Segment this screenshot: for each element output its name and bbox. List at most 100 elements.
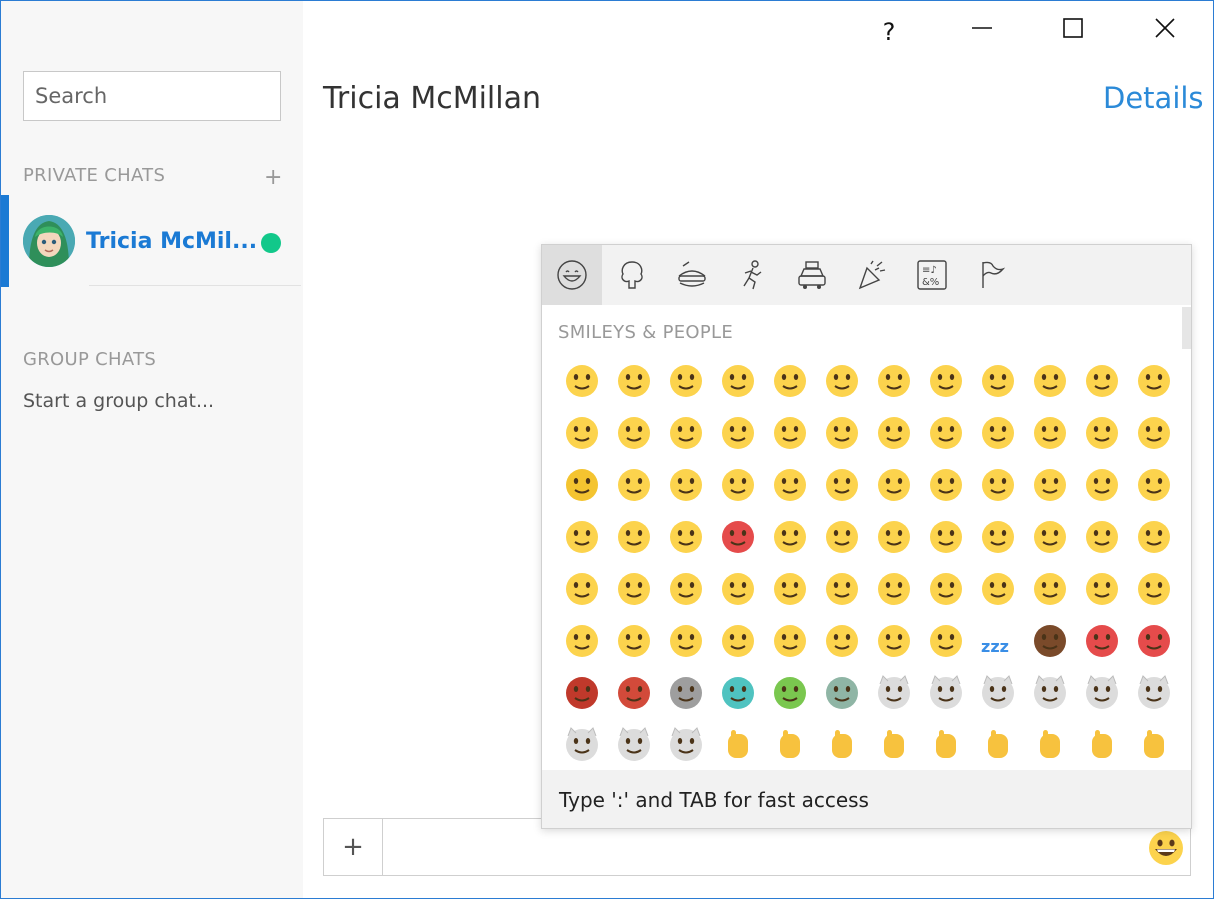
emoji-anguished[interactable]: [920, 563, 972, 615]
emoji-wave[interactable]: [816, 719, 868, 768]
emoji-hugging[interactable]: [712, 459, 764, 511]
emoji-crying-cat[interactable]: [608, 719, 660, 768]
tab-smileys[interactable]: [542, 245, 602, 305]
emoji-smiley-cat[interactable]: [868, 667, 920, 719]
emoji-blush[interactable]: [1076, 355, 1128, 407]
emoji-alien[interactable]: [764, 667, 816, 719]
emoji-clap[interactable]: [764, 719, 816, 768]
emoji-smile-cat[interactable]: [920, 667, 972, 719]
emoji-sunglasses[interactable]: [660, 459, 712, 511]
emoji-grin[interactable]: [660, 355, 712, 407]
emoji-ghost[interactable]: [712, 667, 764, 719]
emoji-persevere[interactable]: [972, 511, 1024, 563]
emoji-tired[interactable]: [1076, 511, 1128, 563]
emoji-triumph[interactable]: [556, 563, 608, 615]
tab-activity[interactable]: [722, 245, 782, 305]
emoji-imp[interactable]: [1128, 615, 1180, 667]
emoji-slight-frown[interactable]: [868, 511, 920, 563]
emoji-stuck-out-tongue[interactable]: [1128, 407, 1180, 459]
emoji-sob[interactable]: [556, 615, 608, 667]
emoji-no-mouth[interactable]: [816, 459, 868, 511]
emoji-innocent[interactable]: [972, 355, 1024, 407]
emoji-stuck-out-tongue-closed[interactable]: [1076, 407, 1128, 459]
emoji-heart-eyes[interactable]: [764, 407, 816, 459]
emoji-raised-hands[interactable]: [712, 719, 764, 768]
tab-food[interactable]: [662, 245, 722, 305]
tab-objects[interactable]: [842, 245, 902, 305]
emoji-disappointed[interactable]: [556, 511, 608, 563]
emoji-thumbsdown[interactable]: [920, 719, 972, 768]
emoji-frowning-open[interactable]: [868, 563, 920, 615]
emoji-money-mouth[interactable]: [556, 459, 608, 511]
emoji-neutral[interactable]: [868, 459, 920, 511]
minimize-button[interactable]: [959, 7, 1005, 49]
emoji-upside-down[interactable]: [556, 407, 608, 459]
emoji-rolling-eyes[interactable]: [1024, 459, 1076, 511]
add-private-chat-button[interactable]: +: [264, 165, 282, 190]
emoji-sweat[interactable]: [1128, 563, 1180, 615]
emoji-astonished[interactable]: [660, 615, 712, 667]
emoji-wink[interactable]: [1024, 355, 1076, 407]
emoji-confounded[interactable]: [1024, 511, 1076, 563]
emoji-v[interactable]: [1076, 719, 1128, 768]
tab-symbols[interactable]: ≡♪ &%: [902, 245, 962, 305]
emoji-fist[interactable]: [1024, 719, 1076, 768]
emoji-skull[interactable]: [660, 667, 712, 719]
close-button[interactable]: [1142, 7, 1188, 49]
emoji-angry[interactable]: [660, 511, 712, 563]
emoji-cold-sweat[interactable]: [764, 563, 816, 615]
chat-list-item[interactable]: Tricia McMil...: [1, 195, 303, 287]
emoji-yum[interactable]: [660, 407, 712, 459]
emoji-confused[interactable]: [816, 511, 868, 563]
emoji-grinning[interactable]: [556, 355, 608, 407]
emoji-slight-smile[interactable]: [1128, 355, 1180, 407]
emoji-robot[interactable]: [816, 667, 868, 719]
tab-nature[interactable]: [602, 245, 662, 305]
emoji-worried[interactable]: [608, 511, 660, 563]
emoji-sleeping[interactable]: [920, 615, 972, 667]
emoji-smiling-imp[interactable]: [1076, 615, 1128, 667]
emoji-sweat-smile[interactable]: [868, 355, 920, 407]
help-button[interactable]: ?: [866, 11, 912, 53]
emoji-relieved[interactable]: [712, 407, 764, 459]
emoji-grimacing[interactable]: [608, 355, 660, 407]
emoji-japanese-goblin[interactable]: [608, 667, 660, 719]
emoji-kissing-cat[interactable]: [1128, 667, 1180, 719]
emoji-pouting-cat[interactable]: [660, 719, 712, 768]
emoji-kissing-smiling[interactable]: [920, 407, 972, 459]
emoji-rage[interactable]: [712, 511, 764, 563]
tab-travel[interactable]: [782, 245, 842, 305]
emoji-picker-button[interactable]: [1147, 829, 1185, 871]
emoji-kissing-closed-eyes[interactable]: [972, 407, 1024, 459]
emoji-smile[interactable]: [816, 355, 868, 407]
emoji-dizzy[interactable]: [608, 615, 660, 667]
emoji-nerd[interactable]: [608, 459, 660, 511]
emoji-laughing[interactable]: [920, 355, 972, 407]
emoji-zzz[interactable]: zzz: [972, 615, 1024, 667]
emoji-pensive[interactable]: [764, 511, 816, 563]
emoji-japanese-ogre[interactable]: [556, 667, 608, 719]
emoji-heart-eyes-cat[interactable]: [1024, 667, 1076, 719]
emoji-poop[interactable]: [1024, 615, 1076, 667]
emoji-smirk-cat[interactable]: [1076, 667, 1128, 719]
start-group-chat-link[interactable]: Start a group chat...: [23, 390, 214, 412]
emoji-frowning[interactable]: [920, 511, 972, 563]
emoji-thumbsup[interactable]: [868, 719, 920, 768]
emoji-open-mouth[interactable]: [608, 563, 660, 615]
emoji-smiley[interactable]: [764, 355, 816, 407]
emoji-joy[interactable]: [712, 355, 764, 407]
attach-button[interactable]: +: [324, 819, 383, 875]
emoji-hushed[interactable]: [816, 563, 868, 615]
search-input[interactable]: Search: [23, 71, 281, 121]
emoji-sleepy[interactable]: [1076, 563, 1128, 615]
emoji-stuck-out-tongue-wink[interactable]: [1024, 407, 1076, 459]
emoji-slight-smile-2[interactable]: [608, 407, 660, 459]
emoji-bandage[interactable]: [868, 615, 920, 667]
details-link[interactable]: Details: [1103, 81, 1204, 115]
emoji-thinking[interactable]: [1076, 459, 1128, 511]
emoji-joy-cat[interactable]: [972, 667, 1024, 719]
emoji-fearful[interactable]: [712, 563, 764, 615]
emoji-disappointed-relieved[interactable]: [1024, 563, 1076, 615]
emoji-kissing[interactable]: [868, 407, 920, 459]
emoji-thermometer[interactable]: [816, 615, 868, 667]
